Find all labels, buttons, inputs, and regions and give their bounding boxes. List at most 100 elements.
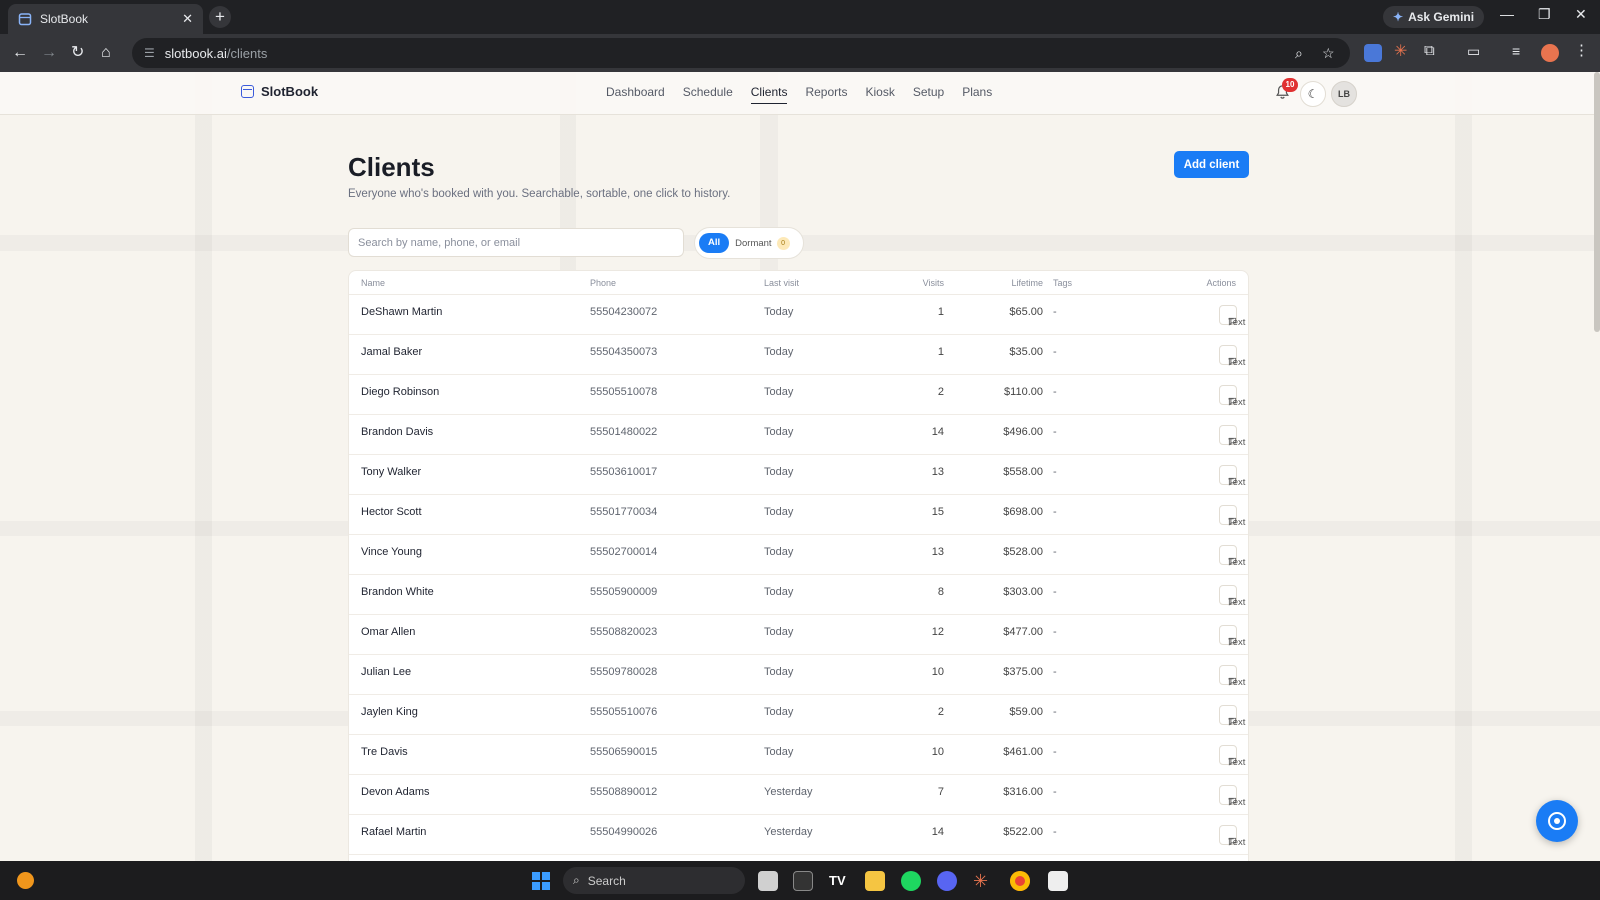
- header-lifetime[interactable]: Lifetime: [1011, 278, 1043, 288]
- table-row[interactable]: Brandon White 55505900009 Today 8 $303.00- Te…: [349, 575, 1248, 615]
- text-client-button[interactable]: Text: [1219, 545, 1245, 568]
- filter-all-button[interactable]: All: [699, 233, 730, 253]
- client-lifetime: $698.00: [1003, 506, 1043, 518]
- ask-gemini-button[interactable]: ✦ Ask Gemini: [1383, 6, 1485, 28]
- nav-setup[interactable]: Setup: [913, 85, 944, 104]
- table-row[interactable]: Rafael Martin 55504990026 Yesterday 14 $522.…: [349, 815, 1248, 855]
- text-client-button[interactable]: Text: [1219, 665, 1245, 688]
- text-client-button[interactable]: Text: [1219, 465, 1245, 488]
- table-row[interactable]: Devon Adams 55508890012 Yesterday 7 $316.00-…: [349, 775, 1248, 815]
- header-last-visit[interactable]: Last visit: [764, 278, 799, 288]
- client-tags: -: [1053, 826, 1057, 838]
- client-name[interactable]: Vince Young: [361, 546, 422, 558]
- client-name[interactable]: Brandon Davis: [361, 426, 433, 438]
- table-row[interactable]: Tony Walker 55503610017 Today 13 $558.00- Tex…: [349, 455, 1248, 495]
- client-name[interactable]: Tony Walker: [361, 466, 421, 478]
- chrome-icon[interactable]: [1010, 871, 1030, 891]
- client-name[interactable]: Jamal Baker: [361, 346, 422, 358]
- nav-clients[interactable]: Clients: [750, 85, 788, 104]
- client-name[interactable]: DeShawn Martin: [361, 306, 442, 318]
- terminal-icon[interactable]: [793, 871, 813, 891]
- reload-icon[interactable]: ↻: [71, 44, 84, 62]
- widgets-icon[interactable]: [17, 872, 34, 889]
- nav-plans[interactable]: Plans: [962, 85, 992, 104]
- text-client-button[interactable]: Text: [1219, 705, 1245, 728]
- client-name[interactable]: Tre Davis: [361, 746, 408, 758]
- table-row[interactable]: Julian Lee 55509780028 Today 10 $375.00- Text: [349, 655, 1248, 695]
- side-panel-icon[interactable]: ▭: [1467, 43, 1485, 61]
- table-row[interactable]: Brandon Davis 55501480022 Today 14 $496.00- T…: [349, 415, 1248, 455]
- task-view-icon[interactable]: [758, 871, 778, 891]
- text-client-button[interactable]: Text: [1219, 785, 1245, 808]
- nav-dashboard[interactable]: Dashboard: [606, 85, 665, 104]
- text-client-button[interactable]: Text: [1219, 825, 1245, 848]
- home-icon[interactable]: ⌂: [101, 44, 111, 62]
- client-name[interactable]: Omar Allen: [361, 626, 415, 638]
- table-row[interactable]: Diego Robinson 55505510078 Today 2 $110.00- T…: [349, 375, 1248, 415]
- page-scrollbar[interactable]: [1594, 72, 1600, 332]
- zoom-icon[interactable]: ⌕: [1295, 45, 1303, 62]
- brand[interactable]: SlotBook: [241, 84, 318, 99]
- header-visits[interactable]: Visits: [923, 278, 944, 288]
- text-client-button[interactable]: Text: [1219, 745, 1245, 768]
- assistant-fab-button[interactable]: [1536, 800, 1578, 842]
- snipping-tool-icon[interactable]: [1048, 871, 1068, 891]
- client-name[interactable]: Devon Adams: [361, 786, 429, 798]
- tab-close-icon[interactable]: ✕: [182, 11, 193, 27]
- add-client-button[interactable]: Add client: [1174, 151, 1249, 178]
- table-row[interactable]: Tre Davis 55506590015 Today 10 $461.00- Text: [349, 735, 1248, 775]
- file-explorer-icon[interactable]: [865, 871, 885, 891]
- browser-tab[interactable]: SlotBook ✕: [8, 4, 203, 34]
- claude-app-icon[interactable]: ✳: [973, 871, 993, 891]
- profile-avatar[interactable]: [1541, 44, 1559, 62]
- client-search-input[interactable]: [348, 228, 684, 257]
- text-client-button[interactable]: Text: [1219, 625, 1245, 648]
- text-client-button[interactable]: Text: [1219, 505, 1245, 528]
- client-name[interactable]: Brandon White: [361, 586, 434, 598]
- table-row[interactable]: Hector Scott 55501770034 Today 15 $698.00- Te…: [349, 495, 1248, 535]
- client-name[interactable]: Julian Lee: [361, 666, 411, 678]
- text-client-button[interactable]: Text: [1219, 305, 1245, 328]
- filter-dormant-button[interactable]: Dormant 0: [735, 236, 790, 250]
- restore-icon[interactable]: ❐: [1538, 6, 1551, 23]
- header-name[interactable]: Name: [361, 278, 385, 288]
- user-avatar[interactable]: LB: [1331, 81, 1357, 107]
- claude-extension-icon[interactable]: ✳: [1394, 41, 1412, 60]
- nav-schedule[interactable]: Schedule: [683, 85, 733, 104]
- window-close-icon[interactable]: ✕: [1575, 6, 1587, 23]
- forward-icon[interactable]: →: [41, 44, 57, 62]
- header-phone[interactable]: Phone: [590, 278, 616, 288]
- address-bar[interactable]: ☰ slotbook.ai/clients ⌕ ☆: [132, 38, 1350, 68]
- table-row[interactable]: Jaylen King 55505510076 Today 2 $59.00- Text: [349, 695, 1248, 735]
- site-settings-icon[interactable]: ☰: [144, 46, 155, 60]
- brand-name: SlotBook: [261, 84, 319, 99]
- client-name[interactable]: Rafael Martin: [361, 826, 426, 838]
- table-row[interactable]: Vince Young 55502700014 Today 13 $528.00- Tex…: [349, 535, 1248, 575]
- table-row[interactable]: DeShawn Martin 55504230072 Today 1 $65.00- Te…: [349, 295, 1248, 335]
- nav-kiosk[interactable]: Kiosk: [865, 85, 894, 104]
- table-row[interactable]: Jamal Baker 55504350073 Today 1 $35.00- Text: [349, 335, 1248, 375]
- extensions-puzzle-icon[interactable]: ⧉: [1424, 42, 1442, 60]
- media-controls-icon[interactable]: ≡: [1512, 43, 1530, 61]
- table-row[interactable]: Omar Allen 55508820023 Today 12 $477.00- Text: [349, 615, 1248, 655]
- nav-reports[interactable]: Reports: [805, 85, 847, 104]
- text-client-button[interactable]: Text: [1219, 385, 1245, 408]
- text-client-button[interactable]: Text: [1219, 585, 1245, 608]
- browser-menu-icon[interactable]: ⋮: [1574, 41, 1592, 59]
- client-name[interactable]: Diego Robinson: [361, 386, 439, 398]
- translate-extension-icon[interactable]: [1364, 44, 1382, 62]
- spotify-icon[interactable]: [901, 871, 921, 891]
- text-client-button[interactable]: Text: [1219, 345, 1245, 368]
- discord-icon[interactable]: [937, 871, 957, 891]
- tradingview-icon[interactable]: TV: [829, 871, 849, 891]
- minimize-icon[interactable]: —: [1500, 6, 1514, 22]
- dark-mode-toggle[interactable]: ☾: [1300, 81, 1326, 107]
- bookmark-star-icon[interactable]: ☆: [1322, 45, 1335, 62]
- text-client-button[interactable]: Text: [1219, 425, 1245, 448]
- back-icon[interactable]: ←: [12, 44, 28, 62]
- windows-start-icon[interactable]: [532, 872, 550, 890]
- new-tab-button[interactable]: +: [209, 6, 231, 28]
- client-name[interactable]: Hector Scott: [361, 506, 422, 518]
- client-name[interactable]: Jaylen King: [361, 706, 418, 718]
- taskbar-search[interactable]: ⌕ Search: [563, 867, 745, 894]
